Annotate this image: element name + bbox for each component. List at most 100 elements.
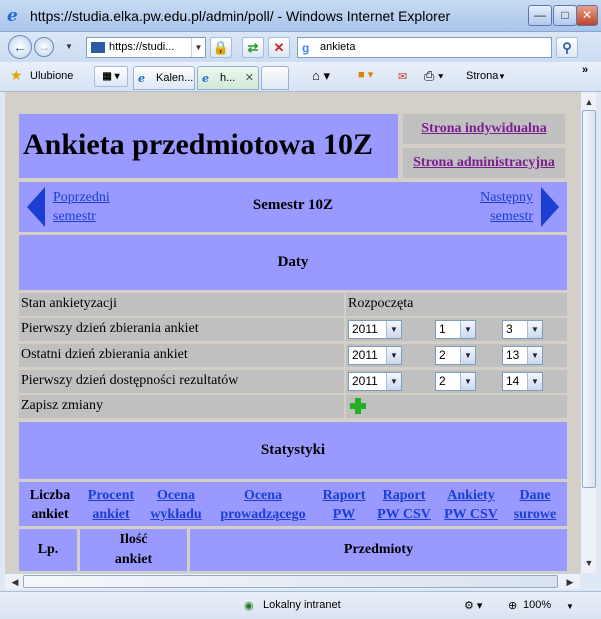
- stat-survey-count: Liczba ankiet: [29, 488, 71, 522]
- admin-page-link[interactable]: Strona administracyjna: [403, 148, 565, 178]
- month-select[interactable]: 2 ▼: [435, 372, 476, 391]
- year-select[interactable]: 2011 ▼: [348, 320, 402, 339]
- day-select[interactable]: 3 ▼: [502, 320, 543, 339]
- search-icon[interactable]: ⚲: [556, 37, 578, 58]
- scroll-right-icon[interactable]: ▶: [562, 574, 578, 590]
- rss-icon[interactable]: ■ ▾: [358, 68, 373, 81]
- page-title: Ankieta przedmiotowa 10Z: [19, 114, 398, 178]
- page-menu[interactable]: Strona: [466, 70, 498, 82]
- stat-report-pw-link[interactable]: Raport PW: [319, 486, 369, 524]
- chevron-down-icon: ▼: [386, 347, 401, 364]
- column-header-subjects: Przedmioty: [190, 529, 567, 571]
- horizontal-scrollbar[interactable]: ◀ ▶: [5, 573, 580, 589]
- semester-navigation: Poprzedni semestr Semestr 10Z Następny s…: [19, 182, 567, 232]
- forward-button[interactable]: →: [34, 37, 54, 57]
- next-semester-link-line2[interactable]: semestr: [490, 208, 533, 226]
- chevron-down-icon: ▼: [386, 321, 401, 338]
- google-icon: g: [302, 41, 310, 55]
- statistics-header: Statystyki: [19, 422, 567, 479]
- tab-active[interactable]: e h... ✕: [197, 66, 259, 90]
- minimize-button[interactable]: —: [528, 5, 552, 26]
- row-value: [346, 395, 567, 418]
- tab-label: h...: [220, 72, 236, 84]
- day-select[interactable]: 13 ▼: [502, 346, 543, 365]
- window-title: https://studia.elka.pw.edu.pl/admin/poll…: [30, 8, 451, 24]
- row-save-changes: Zapisz zmiany: [19, 395, 567, 418]
- vertical-scroll-thumb[interactable]: [582, 110, 596, 488]
- year-select[interactable]: 2011 ▼: [348, 372, 402, 391]
- stop-icon[interactable]: ✕: [268, 37, 290, 58]
- next-semester-link-line1[interactable]: Następny: [480, 189, 533, 207]
- address-bar[interactable]: https://studi... ▼: [86, 37, 206, 58]
- tab-calendar[interactable]: e Kalen...: [133, 66, 195, 90]
- ie-tab-icon: e: [138, 72, 145, 85]
- stat-survey-percent-link[interactable]: Procent ankiet: [83, 486, 139, 524]
- zoom-icon[interactable]: ⊕: [508, 599, 517, 612]
- month-select[interactable]: 1 ▼: [435, 320, 476, 339]
- ie-tab-icon: e: [202, 72, 209, 85]
- intranet-globe-icon: ◉: [244, 600, 254, 612]
- year-select[interactable]: 2011 ▼: [348, 346, 402, 365]
- chevron-down-icon: ▼: [460, 373, 475, 390]
- more-chevron-icon[interactable]: »: [582, 64, 588, 76]
- save-plus-icon[interactable]: [350, 398, 366, 414]
- row-value: 2011 ▼ 2 ▼ 13 ▼: [346, 344, 567, 367]
- favorites-bar: ★ Ulubione ▦ ▾ ⌂ ▾ ■ ▾ ✉ ⎙ ▾ Strona ▼ »: [0, 62, 601, 92]
- row-results-available: Pierwszy dzień dostępności rezultatów 20…: [19, 370, 567, 393]
- close-tab-icon[interactable]: ✕: [245, 67, 254, 89]
- row-label: Stan ankietyzacji: [19, 293, 344, 316]
- address-text: https://studi...: [109, 41, 175, 53]
- individual-page-link[interactable]: Strona indywidualna: [403, 114, 565, 144]
- print-icon[interactable]: ⎙ ▾: [424, 68, 443, 84]
- column-header-lp: Lp.: [19, 529, 77, 571]
- address-dropdown-icon[interactable]: ▼: [191, 38, 205, 57]
- zoom-level[interactable]: 100%: [523, 599, 551, 611]
- chevron-down-icon: ▼: [460, 347, 475, 364]
- row-collection-start: Pierwszy dzień zbierania ankiet 2011 ▼ 1 ▼…: [19, 318, 567, 341]
- page-menu-chevron-icon: ▼: [498, 72, 506, 81]
- chevron-down-icon: ▼: [527, 321, 542, 338]
- favorites-button[interactable]: Ulubione: [30, 70, 73, 82]
- chevron-down-icon: ▼: [460, 321, 475, 338]
- zoom-chevron-icon[interactable]: ▼: [566, 602, 574, 611]
- vertical-scrollbar[interactable]: ▲ ▼: [580, 92, 596, 573]
- window-titlebar: e https://studia.elka.pw.edu.pl/admin/po…: [0, 0, 601, 32]
- back-button[interactable]: ←: [8, 35, 32, 59]
- lock-icon[interactable]: 🔒: [210, 37, 232, 58]
- row-collection-end: Ostatni dzień zbierania ankiet 2011 ▼ 2 ▼ …: [19, 344, 567, 367]
- next-arrow-icon[interactable]: [541, 187, 559, 227]
- history-dropdown-icon[interactable]: ▼: [62, 37, 76, 56]
- stat-lecturer-rating-link[interactable]: Ocena prowadzącego: [213, 486, 313, 524]
- page-content: Ankieta przedmiotowa 10Z Strona indywidu…: [5, 92, 580, 573]
- scroll-down-icon[interactable]: ▼: [581, 555, 597, 571]
- ie-logo-icon: e: [7, 6, 18, 26]
- refresh-icon[interactable]: ⇄: [242, 37, 264, 58]
- stat-surveys-pw-csv-link[interactable]: Ankiety PW CSV: [439, 486, 503, 524]
- horizontal-scroll-thumb[interactable]: [23, 575, 558, 588]
- maximize-button[interactable]: □: [553, 5, 577, 26]
- dates-header: Daty: [19, 235, 567, 290]
- protected-mode-icon[interactable]: ⚙ ▾: [464, 599, 482, 612]
- tab-label: Kalen...: [156, 72, 194, 84]
- row-label: Zapisz zmiany: [19, 395, 344, 418]
- scroll-left-icon[interactable]: ◀: [7, 574, 23, 590]
- chevron-down-icon: ▼: [527, 347, 542, 364]
- month-select[interactable]: 2 ▼: [435, 346, 476, 365]
- search-input[interactable]: g ankieta: [297, 37, 552, 58]
- quick-tabs-icon[interactable]: ▦ ▾: [94, 66, 128, 87]
- security-zone: Lokalny intranet: [263, 599, 341, 611]
- day-select[interactable]: 14 ▼: [502, 372, 543, 391]
- close-button[interactable]: ✕: [576, 5, 598, 26]
- chevron-down-icon: ▼: [527, 373, 542, 390]
- mail-icon[interactable]: ✉: [398, 70, 407, 83]
- stat-report-pw-csv-link[interactable]: Raport PW CSV: [372, 486, 436, 524]
- row-label: Pierwszy dzień dostępności rezultatów: [19, 370, 344, 393]
- page-favicon-icon: [91, 42, 105, 53]
- stat-lecture-rating-link[interactable]: Ocena wykładu: [145, 486, 207, 524]
- home-icon[interactable]: ⌂ ▾: [312, 68, 330, 84]
- scroll-up-icon[interactable]: ▲: [581, 94, 597, 110]
- row-value: 2011 ▼ 2 ▼ 14 ▼: [346, 370, 567, 393]
- statistics-columns: Liczba ankiet Procent ankiet Ocena wykładu …: [19, 482, 567, 526]
- stat-raw-data-link[interactable]: Dane surowe: [509, 486, 561, 524]
- new-tab-button[interactable]: [261, 66, 289, 90]
